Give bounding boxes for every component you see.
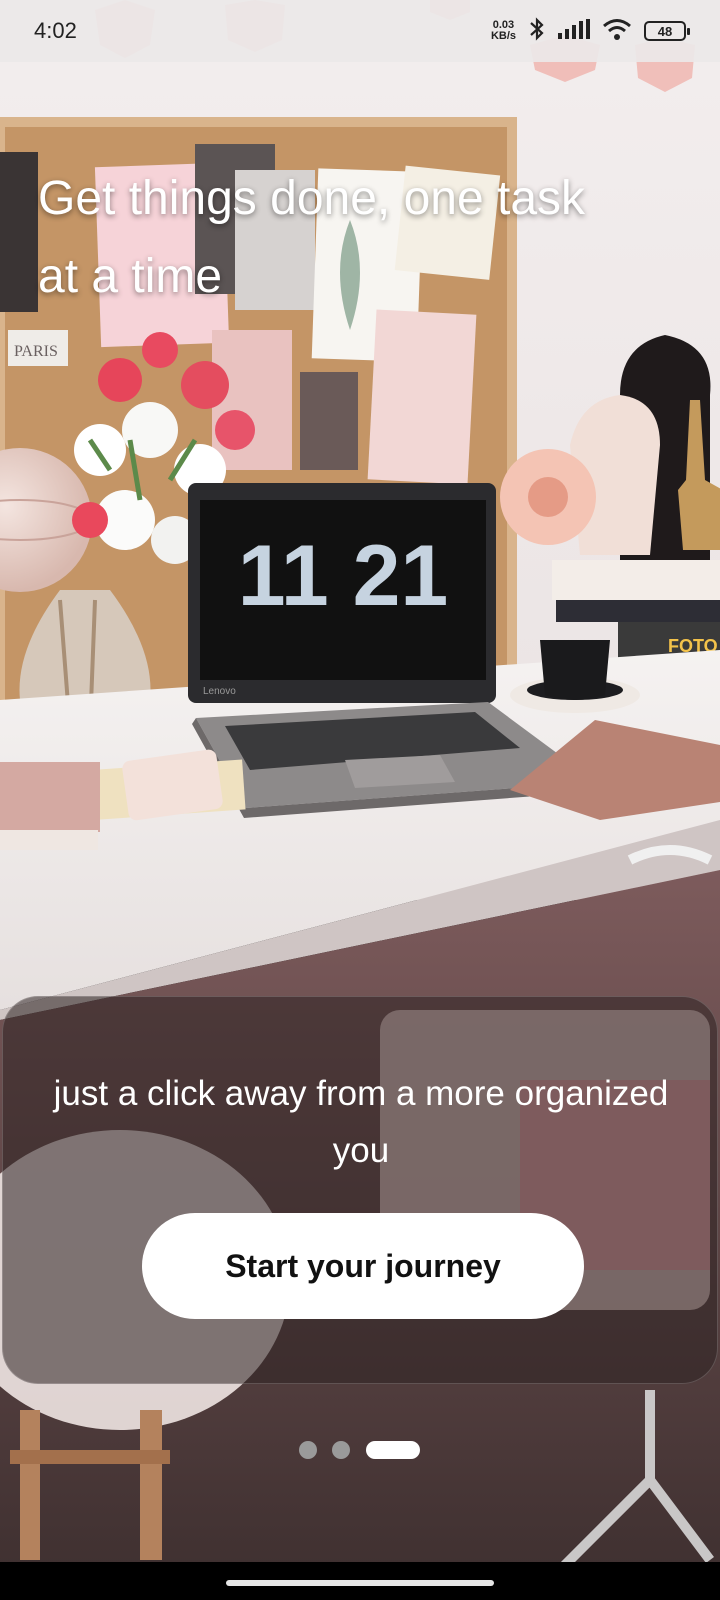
page-dot-2[interactable] — [332, 1441, 350, 1459]
status-bar: 4:02 0.03 KB/s 48 — [0, 0, 720, 62]
cta-card: just a click away from a more organized … — [2, 996, 718, 1384]
network-speed-unit: KB/s — [490, 30, 516, 42]
page-indicator — [0, 1440, 720, 1460]
onboarding-screen: PARIS FOTO 11 21 Lenovo 4:02 0.03 KB/s 4… — [0, 0, 720, 1600]
laptop-brand: Lenovo — [203, 686, 236, 697]
navigation-bar — [0, 1562, 720, 1600]
home-gesture-bar[interactable] — [226, 1580, 494, 1586]
signal-icon — [558, 18, 590, 44]
status-time: 4:02 — [34, 18, 77, 43]
page-dot-3[interactable] — [366, 1441, 420, 1459]
postcard-text: PARIS — [14, 343, 58, 360]
wifi-icon — [602, 18, 632, 45]
battery-icon: 48 — [644, 21, 690, 41]
page-dot-1[interactable] — [299, 1441, 317, 1459]
card-subtitle: just a click away from a more organized … — [53, 1074, 669, 1170]
start-journey-button[interactable]: Start your journey — [142, 1213, 584, 1319]
page-title: Get things done, one task at a time — [38, 172, 586, 303]
status-icons: 0.03 KB/s 48 — [491, 16, 690, 46]
bluetooth-icon — [528, 16, 546, 46]
laptop-clock: 11 21 — [238, 528, 448, 624]
network-speed: 0.03 KB/s — [491, 20, 516, 42]
